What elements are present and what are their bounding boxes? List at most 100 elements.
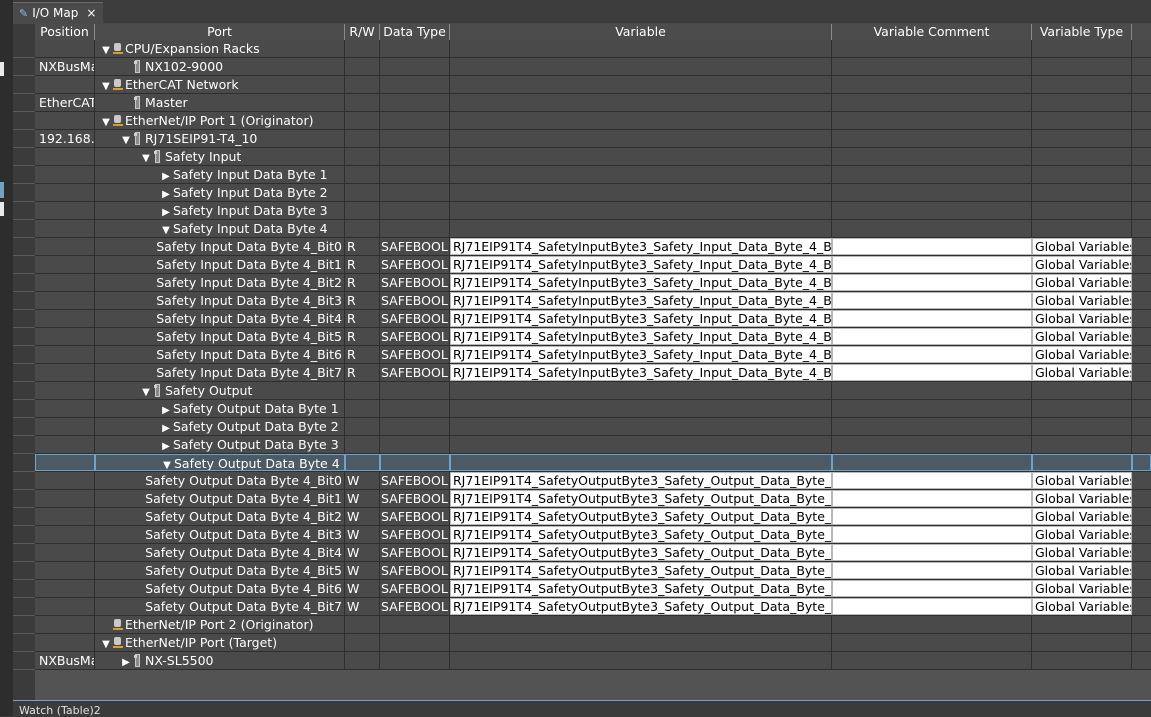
variable-cell[interactable]: RJ71EIP91T4_SafetyOutputByte3_Safety_Out… — [450, 472, 832, 489]
column-header-variable-type[interactable]: Variable Type — [1032, 24, 1132, 40]
io-bit-row[interactable]: Safety Output Data Byte 4_Bit6 W SAFEBOOL R… — [35, 580, 1151, 598]
variable-type-cell[interactable]: Global Variables — [1032, 508, 1132, 525]
collapse-arrow-icon[interactable]: ▼ — [119, 132, 133, 147]
expand-arrow-icon[interactable]: ▶ — [159, 402, 173, 417]
variable-comment-cell[interactable] — [832, 580, 1032, 597]
io-bit-row[interactable]: Safety Input Data Byte 4_Bit6 R SAFEBOOL RJ… — [35, 346, 1151, 364]
variable-cell[interactable]: RJ71EIP91T4_SafetyOutputByte3_Safety_Out… — [450, 562, 832, 579]
variable-comment-cell[interactable] — [832, 346, 1032, 363]
variable-type-cell[interactable]: Global Variables — [1032, 490, 1132, 507]
variable-cell[interactable]: RJ71EIP91T4_SafetyInputByte3_Safety_Inpu… — [450, 328, 832, 345]
variable-cell[interactable]: RJ71EIP91T4_SafetyInputByte3_Safety_Inpu… — [450, 256, 832, 273]
variable-comment-cell[interactable] — [832, 526, 1032, 543]
tree-node-row[interactable]: EtherCAT Master — [35, 94, 1151, 112]
variable-cell[interactable]: RJ71EIP91T4_SafetyInputByte3_Safety_Inpu… — [450, 292, 832, 309]
variable-cell[interactable]: RJ71EIP91T4_SafetyInputByte3_Safety_Inpu… — [450, 346, 832, 363]
variable-cell[interactable]: RJ71EIP91T4_SafetyInputByte3_Safety_Inpu… — [450, 238, 832, 255]
tree-group-row[interactable]: ▼ EtherCAT Network — [35, 76, 1151, 94]
tree-node-row[interactable]: ▶ Safety Input Data Byte 2 — [35, 184, 1151, 202]
collapse-arrow-icon[interactable]: ▼ — [99, 42, 113, 57]
io-bit-row[interactable]: Safety Input Data Byte 4_Bit0 R SAFEBOOL RJ… — [35, 238, 1151, 256]
tree-group-row[interactable]: ▼ EtherNet/IP Port 1 (Originator) — [35, 112, 1151, 130]
variable-cell[interactable]: RJ71EIP91T4_SafetyOutputByte3_Safety_Out… — [450, 508, 832, 525]
variable-type-cell[interactable]: Global Variables — [1032, 364, 1132, 381]
collapse-arrow-icon[interactable]: ▼ — [160, 457, 174, 470]
tree-node-row[interactable]: ▶ Safety Output Data Byte 1 — [35, 400, 1151, 418]
variable-cell[interactable]: RJ71EIP91T4_SafetyOutputByte3_Safety_Out… — [450, 598, 832, 615]
variable-type-cell[interactable]: Global Variables — [1032, 580, 1132, 597]
variable-comment-cell[interactable] — [832, 598, 1032, 615]
tree-node-row[interactable]: ▶ Safety Output Data Byte 3 — [35, 436, 1151, 454]
collapse-arrow-icon[interactable]: ▼ — [159, 222, 173, 237]
collapse-arrow-icon[interactable]: ▼ — [139, 150, 153, 165]
io-bit-row[interactable]: Safety Output Data Byte 4_Bit2 W SAFEBOOL R… — [35, 508, 1151, 526]
column-header-data-type[interactable]: Data Type — [380, 24, 450, 40]
variable-type-cell[interactable]: Global Variables — [1032, 544, 1132, 561]
expand-arrow-icon[interactable]: ▶ — [159, 204, 173, 219]
variable-type-cell[interactable]: Global Variables — [1032, 562, 1132, 579]
expand-arrow-icon[interactable]: ▶ — [159, 168, 173, 183]
variable-comment-cell[interactable] — [832, 238, 1032, 255]
io-bit-row[interactable]: Safety Input Data Byte 4_Bit5 R SAFEBOOL RJ… — [35, 328, 1151, 346]
collapse-arrow-icon[interactable]: ▼ — [99, 636, 113, 651]
variable-comment-cell[interactable] — [832, 508, 1032, 525]
variable-type-cell[interactable]: Global Variables — [1032, 292, 1132, 309]
column-header-variable-comment[interactable]: Variable Comment — [832, 24, 1032, 40]
io-bit-row[interactable]: Safety Output Data Byte 4_Bit0 W SAFEBOOL R… — [35, 472, 1151, 490]
variable-comment-cell[interactable] — [832, 256, 1032, 273]
variable-cell[interactable]: RJ71EIP91T4_SafetyInputByte3_Safety_Inpu… — [450, 364, 832, 381]
variable-type-cell[interactable]: Global Variables — [1032, 598, 1132, 615]
variable-cell[interactable]: RJ71EIP91T4_SafetyOutputByte3_Safety_Out… — [450, 490, 832, 507]
io-bit-row[interactable]: Safety Output Data Byte 4_Bit4 W SAFEBOOL R… — [35, 544, 1151, 562]
tree-node-row[interactable]: ▶ Safety Output Data Byte 2 — [35, 418, 1151, 436]
io-bit-row[interactable]: Safety Output Data Byte 4_Bit3 W SAFEBOOL R… — [35, 526, 1151, 544]
io-bit-row[interactable]: Safety Input Data Byte 4_Bit3 R SAFEBOOL RJ… — [35, 292, 1151, 310]
watch-table-tab[interactable]: Watch (Table)2 — [19, 704, 101, 717]
collapse-arrow-icon[interactable]: ▼ — [99, 114, 113, 129]
tree-node-row[interactable]: ▼ Safety Output Data Byte 4 — [35, 454, 1151, 472]
variable-type-cell[interactable]: Global Variables — [1032, 310, 1132, 327]
column-header-variable[interactable]: Variable — [450, 24, 832, 40]
column-header-rw[interactable]: R/W — [345, 24, 380, 40]
variable-comment-cell[interactable] — [832, 490, 1032, 507]
variable-cell[interactable] — [450, 454, 832, 471]
variable-cell[interactable]: RJ71EIP91T4_SafetyInputByte3_Safety_Inpu… — [450, 310, 832, 327]
tree-node-row[interactable]: 192.168. ▼ RJ71SEIP91-T4_10 — [35, 130, 1151, 148]
variable-cell[interactable]: RJ71EIP91T4_SafetyOutputByte3_Safety_Out… — [450, 580, 832, 597]
collapse-arrow-icon[interactable]: ▼ — [99, 78, 113, 93]
tree-node-row[interactable]: ▶ Safety Input Data Byte 1 — [35, 166, 1151, 184]
io-bit-row[interactable]: Safety Output Data Byte 4_Bit5 W SAFEBOOL R… — [35, 562, 1151, 580]
column-header-port[interactable]: Port — [95, 24, 345, 40]
tree-node-row[interactable]: ▼ Safety Input — [35, 148, 1151, 166]
io-bit-row[interactable]: Safety Input Data Byte 4_Bit4 R SAFEBOOL RJ… — [35, 310, 1151, 328]
variable-cell[interactable]: RJ71EIP91T4_SafetyOutputByte3_Safety_Out… — [450, 544, 832, 561]
collapse-arrow-icon[interactable]: ▼ — [139, 384, 153, 399]
variable-comment-cell[interactable] — [832, 310, 1032, 327]
expand-arrow-icon[interactable]: ▶ — [159, 438, 173, 453]
variable-type-cell[interactable]: Global Variables — [1032, 472, 1132, 489]
variable-type-cell[interactable]: Global Variables — [1032, 346, 1132, 363]
io-bit-row[interactable]: Safety Input Data Byte 4_Bit7 R SAFEBOOL RJ… — [35, 364, 1151, 382]
tree-group-row[interactable]: ▼ EtherNet/IP Port (Target) — [35, 634, 1151, 652]
variable-type-cell[interactable]: Global Variables — [1032, 238, 1132, 255]
variable-cell[interactable]: RJ71EIP91T4_SafetyOutputByte3_Safety_Out… — [450, 526, 832, 543]
tree-node-row[interactable]: ▼ Safety Input Data Byte 4 — [35, 220, 1151, 238]
tree-group-row[interactable]: EtherNet/IP Port 2 (Originator) — [35, 616, 1151, 634]
tree-group-row[interactable]: ▼ CPU/Expansion Racks — [35, 40, 1151, 58]
variable-comment-cell[interactable] — [832, 472, 1032, 489]
expand-arrow-icon[interactable]: ▶ — [119, 654, 133, 669]
tree-node-row[interactable]: NXBusMa ▶ NX-SL5500 — [35, 652, 1151, 670]
tree-node-row[interactable]: ▶ Safety Input Data Byte 3 — [35, 202, 1151, 220]
variable-comment-cell[interactable] — [832, 274, 1032, 291]
variable-comment-cell[interactable] — [832, 364, 1032, 381]
variable-comment-cell[interactable] — [832, 328, 1032, 345]
tree-node-row[interactable]: ▼ Safety Output — [35, 382, 1151, 400]
tab-io-map[interactable]: ✎ I/O Map × — [13, 2, 103, 23]
variable-cell[interactable]: RJ71EIP91T4_SafetyInputByte3_Safety_Inpu… — [450, 274, 832, 291]
expand-arrow-icon[interactable]: ▶ — [159, 420, 173, 435]
variable-comment-cell[interactable] — [832, 292, 1032, 309]
io-bit-row[interactable]: Safety Input Data Byte 4_Bit2 R SAFEBOOL RJ… — [35, 274, 1151, 292]
io-bit-row[interactable]: Safety Output Data Byte 4_Bit1 W SAFEBOOL R… — [35, 490, 1151, 508]
variable-type-cell[interactable]: Global Variables — [1032, 256, 1132, 273]
io-bit-row[interactable]: Safety Output Data Byte 4_Bit7 W SAFEBOOL R… — [35, 598, 1151, 616]
